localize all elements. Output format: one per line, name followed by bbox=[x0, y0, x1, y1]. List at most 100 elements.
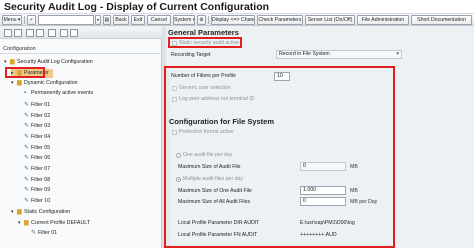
tree-node[interactable]: ✎ Filter 07 bbox=[18, 165, 50, 174]
num-filters-input[interactable]: 10 bbox=[274, 72, 290, 81]
tree-node[interactable]: ▾ ▆ Current Profile DEFAULT bbox=[18, 219, 90, 228]
command-field[interactable] bbox=[38, 15, 94, 25]
tree-node[interactable]: ✎ Filter 08 bbox=[18, 176, 50, 185]
max-size-audit-unit: MB bbox=[350, 164, 358, 170]
tree-node-label: Filter 03 bbox=[31, 123, 51, 130]
max-size-all-unit: MB per Day bbox=[350, 199, 378, 205]
configuration-tree-pane: Configuration ▾ ▆ Security Audit Log Confi… bbox=[0, 27, 162, 248]
display-change-button[interactable]: Display <=> Change bbox=[211, 15, 255, 25]
tree-node-label: Filter 01 bbox=[38, 230, 58, 237]
tree-node-label: Current Profile DEFAULT bbox=[31, 219, 91, 226]
find-icon[interactable] bbox=[26, 29, 34, 37]
general-parameters-title: General Parameters bbox=[168, 28, 239, 37]
max-size-one-label: Maximum Size of One Audit File bbox=[178, 188, 252, 194]
tree-node-label: Static Configuration bbox=[24, 208, 71, 215]
tree-node-label: Filter 01 bbox=[31, 101, 51, 108]
layout-icon[interactable] bbox=[70, 29, 78, 37]
tree-node[interactable]: ✎ Filter 09 bbox=[18, 186, 50, 195]
find-next-icon[interactable] bbox=[36, 29, 44, 37]
application-toolbar: Menu ▾ ✓ ▾ ▤ Back Exit Cancel System ▾ ⚙… bbox=[0, 14, 474, 26]
tree-node-label: Filter 10 bbox=[31, 198, 51, 205]
toolbar-separator bbox=[208, 16, 209, 24]
tree-node-label: Permanently active events bbox=[31, 90, 94, 97]
window-title: Security Audit Log - Display of Current … bbox=[4, 1, 270, 13]
enter-button[interactable]: ✓ bbox=[27, 15, 36, 25]
toolbar-separator bbox=[24, 16, 25, 24]
tree-node[interactable]: ✎ Filter 02 bbox=[18, 112, 50, 121]
file-administration-button[interactable]: File Administration bbox=[357, 15, 409, 25]
folder-icon: ▆ bbox=[17, 69, 22, 76]
tree-node[interactable]: ✎ Filter 01 bbox=[18, 101, 50, 110]
tree-node-label: Filter 06 bbox=[31, 155, 51, 162]
protection-format-checkbox[interactable] bbox=[172, 130, 177, 135]
file-system-title: Configuration for File System bbox=[169, 117, 275, 126]
tree-node-label: Filter 04 bbox=[31, 133, 51, 140]
tree-node[interactable]: ✎ Filter 04 bbox=[18, 133, 50, 142]
document-icon: ▪ bbox=[24, 90, 27, 97]
max-size-all-label: Maximum Size of All Audit Files bbox=[178, 199, 251, 205]
generic-user-checkbox[interactable] bbox=[172, 86, 177, 91]
settings-icon[interactable]: ⚙ bbox=[197, 15, 206, 25]
dir-audit-label: Local Profile Parameter DIR AUDIT bbox=[178, 220, 260, 226]
tree-node[interactable]: ▸ ▆ Parameter bbox=[11, 68, 53, 78]
pencil-icon: ✎ bbox=[24, 101, 30, 108]
one-file-per-day-radio[interactable] bbox=[176, 153, 181, 158]
recording-target-label: Recording Target bbox=[171, 52, 211, 58]
log-peer-checkbox[interactable] bbox=[172, 97, 177, 102]
max-size-audit-input[interactable]: 0 bbox=[300, 162, 346, 171]
pencil-icon: ✎ bbox=[24, 155, 30, 162]
vertical-scrollbar[interactable] bbox=[166, 71, 170, 247]
folder-icon: ▆ bbox=[17, 208, 22, 215]
one-file-per-day-label: One audit file per day bbox=[183, 152, 233, 158]
pencil-icon: ✎ bbox=[24, 176, 30, 183]
multiple-files-per-day-radio[interactable] bbox=[176, 177, 181, 182]
static-audit-active-checkbox[interactable] bbox=[172, 41, 177, 46]
pencil-icon: ✎ bbox=[24, 144, 30, 151]
pencil-icon: ✎ bbox=[24, 133, 30, 140]
short-documentation-button[interactable]: Short Documentation bbox=[411, 15, 472, 25]
exit-button[interactable]: Exit bbox=[131, 15, 145, 25]
expand-all-icon[interactable] bbox=[4, 29, 12, 37]
pencil-icon: ✎ bbox=[31, 230, 37, 237]
pencil-icon: ✎ bbox=[24, 198, 30, 205]
max-size-one-input[interactable]: 1.000 bbox=[300, 186, 346, 195]
protection-format-label: Protection format active bbox=[179, 129, 234, 135]
multiple-files-per-day-label: Multiple audit files per day bbox=[183, 176, 243, 182]
save-button[interactable]: ▤ bbox=[103, 15, 111, 25]
print-icon[interactable] bbox=[48, 29, 56, 37]
column-settings-icon[interactable] bbox=[60, 29, 68, 37]
tree-node[interactable]: ▾ ▆ Security Audit Log Configuration bbox=[4, 58, 93, 67]
tree-node[interactable]: ▾ ▆ Dynamic Configuration bbox=[11, 79, 78, 88]
command-history-button[interactable]: ▾ bbox=[95, 15, 101, 25]
fn-audit-label: Local Profile Parameter FN AUDIT bbox=[178, 232, 258, 238]
radio-selected-dot bbox=[178, 179, 179, 180]
max-size-audit-label: Maximum Size of Audit File bbox=[178, 164, 241, 170]
tree-node-label: Security Audit Log Configuration bbox=[17, 59, 93, 65]
back-button[interactable]: Back bbox=[113, 15, 129, 25]
check-parameters-button[interactable]: Check Parameters bbox=[257, 15, 303, 25]
num-filters-label: Number of Filters per Profile bbox=[171, 73, 236, 79]
tree-node[interactable]: ✎ Filter 10 bbox=[18, 197, 50, 206]
tree-node[interactable]: ▪ Permanently active events bbox=[18, 90, 93, 99]
server-list-button[interactable]: Server List (On/Off) bbox=[305, 15, 355, 25]
parameter-detail-pane: General Parameters Static security audit… bbox=[164, 27, 474, 248]
tree-node-label: Filter 02 bbox=[31, 112, 51, 119]
tree-node[interactable]: ✎ Filter 05 bbox=[18, 144, 50, 153]
tree-node[interactable]: ✎ Filter 03 bbox=[18, 122, 50, 131]
recording-target-select[interactable]: Record in File System ▾ bbox=[276, 50, 402, 59]
fn-audit-value: ++++++++.AUD bbox=[300, 232, 337, 238]
tree-node[interactable]: ✎ Filter 06 bbox=[18, 154, 50, 163]
tree-node-label: Parameter bbox=[24, 69, 49, 76]
max-size-all-input[interactable]: 0 bbox=[300, 197, 346, 206]
title-bar: Security Audit Log - Display of Current … bbox=[0, 0, 474, 14]
tree-node[interactable]: ✎ Filter 01 bbox=[25, 229, 57, 238]
tree-node[interactable]: ▾ ▆ Static Configuration bbox=[11, 208, 70, 217]
tree-node-label: Filter 08 bbox=[31, 176, 51, 183]
tree-toolbar bbox=[0, 27, 162, 39]
tree-node-label: Filter 05 bbox=[31, 144, 51, 151]
system-menu-button[interactable]: System ▾ bbox=[173, 15, 195, 25]
menu-button[interactable]: Menu ▾ bbox=[2, 15, 22, 25]
collapse-all-icon[interactable] bbox=[14, 29, 22, 37]
cancel-button[interactable]: Cancel bbox=[147, 15, 171, 25]
chevron-down-icon: ▾ bbox=[396, 51, 399, 57]
